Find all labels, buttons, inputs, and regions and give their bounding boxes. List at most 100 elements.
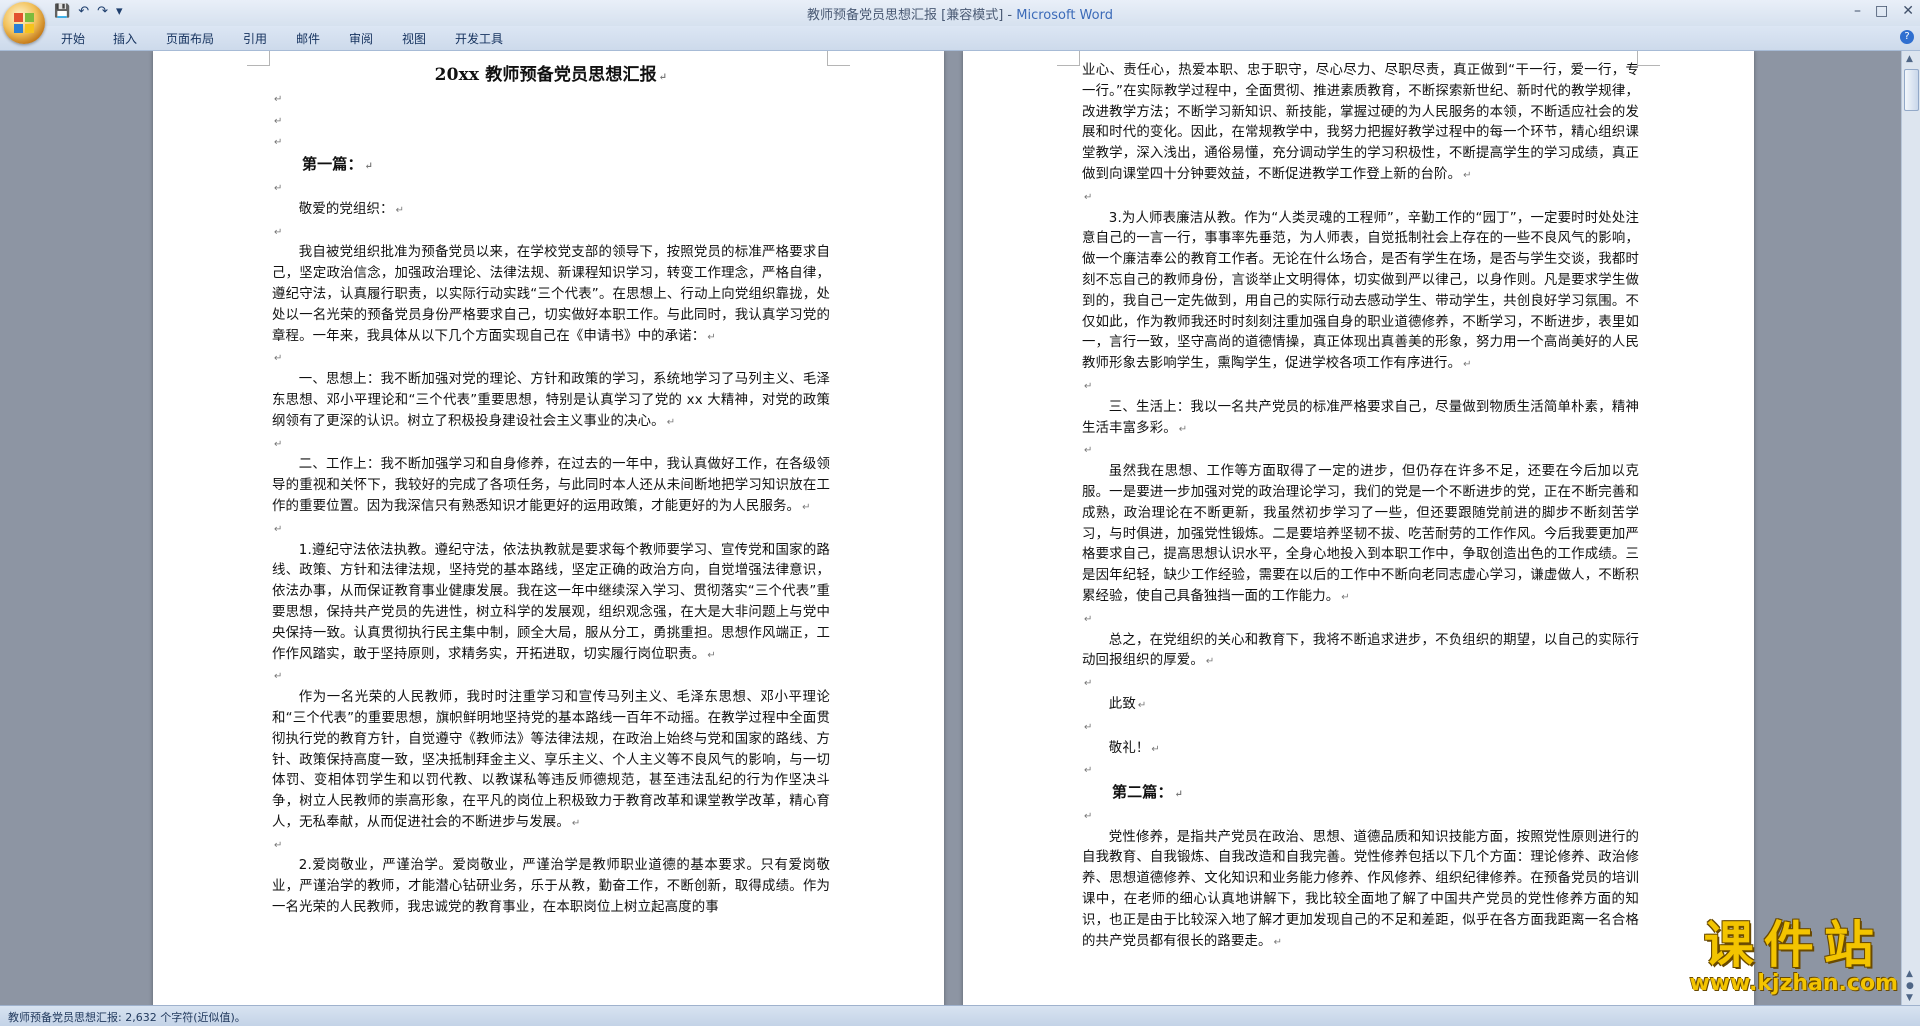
body-paragraph: 3.为人师表廉洁从教。作为“人类灵魂的工程师”，辛勤工作的“园丁”，一定要时时处…	[1082, 209, 1639, 376]
office-logo-icon	[14, 13, 34, 33]
margin-corner	[1637, 51, 1660, 66]
document-title: 教师预备党员思想汇报 [兼容模式] -	[807, 8, 1017, 23]
tab-review[interactable]: 审阅	[349, 30, 373, 47]
close-icon[interactable]: ✕	[1902, 3, 1914, 19]
paragraph-mark: ↵	[274, 671, 283, 683]
paragraph-mark: ↵	[1174, 789, 1184, 801]
tab-page-layout[interactable]: 页面布局	[166, 30, 214, 47]
word-count-status[interactable]: 教师预备党员思想汇报: 2,632 个字符(近似值)。	[8, 1009, 246, 1025]
title-bar: 💾 ↶ ↷ ▾ 教师预备党员思想汇报 [兼容模式] - Microsoft Wo…	[0, 0, 1920, 44]
next-page-icon[interactable]: ▼	[1906, 993, 1913, 1003]
paragraph-mark: ↵	[274, 523, 283, 535]
browse-object-icon[interactable]: ●	[1906, 981, 1914, 991]
paragraph-mark: ↵	[1178, 423, 1188, 435]
tab-home[interactable]: 开始	[61, 30, 85, 47]
paragraph-mark: ↵	[1137, 699, 1147, 711]
paragraph-mark: ↵	[1084, 721, 1093, 733]
body-paragraph: 我自被党组织批准为预备党员以来，在学校党支部的领导下，按照党员的标准严格要求自己…	[272, 243, 830, 348]
paragraph-mark: ↵	[274, 353, 283, 365]
paragraph-mark: ↵	[395, 204, 405, 216]
paragraph-text: 一、思想上：我不断加强对党的理论、方针和政策的学习，系统地学习了马列主义、毛泽东…	[272, 372, 830, 429]
previous-page-icon[interactable]: ▲	[1906, 969, 1913, 979]
document-page-2[interactable]: 业心、责任心，热爱本职、忠于职守，尽心尽力、尽职尽责，真正做到“干一行，爱一行，…	[963, 51, 1754, 1005]
paragraph-mark: ↵	[1084, 380, 1093, 392]
heading-text: 第一篇：	[302, 155, 363, 174]
margin-corner	[1057, 51, 1080, 66]
closing-line: 此致 ↵	[1082, 695, 1639, 717]
body-paragraph: 二、工作上：我不断加强学习和自身修养，在过去的一年中，我认真做好工作，在各级领导…	[272, 455, 830, 518]
paragraph-mark: ↵	[1084, 765, 1093, 777]
document-title-heading: 20xx 教师预备党员思想汇报 ↵	[272, 65, 830, 89]
tab-mailings[interactable]: 邮件	[296, 30, 320, 47]
paragraph-mark: ↵	[274, 839, 283, 851]
paragraph-mark: ↵	[707, 649, 716, 661]
body-paragraph: 虽然我在思想、工作等方面取得了一定的进步，但仍存在许多不足，还要在今后加以克服。…	[1082, 462, 1639, 609]
paragraph-text: 业心、责任心，热爱本职、忠于职守，尽心尽力、尽职尽责，真正做到“干一行，爱一行，…	[1082, 63, 1639, 182]
body-paragraph: 2.爱岗敬业，严谨治学。爱岗敬业，严谨治学是教师职业道德的基本要求。只有爱岗敬业…	[272, 856, 830, 918]
paragraph-mark: ↵	[1151, 743, 1160, 755]
closing-text: 此致	[1108, 696, 1136, 712]
tab-view[interactable]: 视图	[402, 30, 426, 47]
paragraph-text: 我自被党组织批准为预备党员以来，在学校党支部的领导下，按照党员的标准严格要求自己…	[272, 245, 830, 344]
margin-corner	[827, 51, 850, 66]
paragraph-mark: ↵	[1084, 445, 1093, 457]
paragraph-mark: ↵	[707, 331, 716, 343]
body-paragraph: 一、思想上：我不断加强对党的理论、方针和政策的学习，系统地学习了马列主义、毛泽东…	[272, 370, 830, 433]
paragraph-mark: ↵	[274, 438, 283, 450]
paragraph-mark: ↵	[1084, 810, 1093, 822]
paragraph-text: 作为一名光荣的人民教师，我时时注重学习和宣传马列主义、毛泽东思想、邓小平理论和“…	[272, 690, 830, 830]
paragraph-mark: ↵	[1273, 936, 1283, 948]
paragraph-mark: ↵	[274, 137, 283, 149]
tab-references[interactable]: 引用	[243, 30, 267, 47]
body-paragraph: 业心、责任心，热爱本职、忠于职守，尽心尽力、尽职尽责，真正做到“干一行，爱一行，…	[1082, 61, 1639, 187]
paragraph-text: 1.遵纪守法依法执教。遵纪守法，依法执教就是要求每个教师要学习、宣传党和国家的路…	[272, 542, 830, 662]
section-heading: 第一篇： ↵	[272, 154, 830, 178]
scrollbar-thumb[interactable]	[1904, 69, 1919, 111]
paragraph-mark: ↵	[658, 72, 668, 83]
paragraph-text: 虽然我在思想、工作等方面取得了一定的进步，但仍存在许多不足，还要在今后加以克服。…	[1082, 464, 1639, 604]
paragraph-mark: ↵	[1084, 613, 1093, 625]
watermark-url: www.kjzhan.com	[1689, 971, 1898, 996]
tab-insert[interactable]: 插入	[113, 30, 137, 47]
paragraph-text: 3.为人师表廉洁从教。作为“人类灵魂的工程师”，辛勤工作的“园丁”，一定要时时处…	[1082, 210, 1639, 372]
paragraph-mark: ↵	[1084, 678, 1093, 690]
body-paragraph: 党性修养，是指共产党员在政治、思想、道德品质和知识技能方面，按照党性原则进行的自…	[1082, 828, 1639, 954]
paragraph-mark: ↵	[274, 93, 283, 105]
paragraph-mark: ↵	[1341, 591, 1350, 603]
watermark-logo-text: 课件站	[1703, 916, 1884, 974]
paragraph-mark: ↵	[274, 182, 283, 194]
office-button[interactable]	[3, 2, 45, 44]
paragraph-mark: ↵	[274, 226, 283, 238]
document-page-1[interactable]: 20xx 教师预备党员思想汇报 ↵ ↵ ↵ ↵ 第一篇： ↵ ↵ 敬爱的党组织： ↵ …	[153, 51, 944, 1005]
window-title: 教师预备党员思想汇报 [兼容模式] - Microsoft Word	[0, 4, 1920, 23]
paragraph-mark: ↵	[1463, 169, 1472, 181]
paragraph-mark: ↵	[1084, 191, 1093, 203]
paragraph-text: 三、生活上：我以一名共产党员的标准严格要求自己，尽量做到物质生活简单朴素，精神生…	[1082, 399, 1639, 436]
paragraph-mark: ↵	[364, 161, 374, 173]
paragraph-mark: ↵	[1205, 656, 1215, 668]
closing-text: 敬礼！	[1108, 740, 1150, 756]
status-bar: 教师预备党员思想汇报: 2,632 个字符(近似值)。	[0, 1005, 1920, 1026]
minimize-icon[interactable]: –	[1854, 3, 1861, 19]
margin-corner	[247, 51, 270, 66]
paragraph-mark: ↵	[1463, 359, 1472, 371]
scroll-up-icon[interactable]: ▲	[1906, 54, 1913, 64]
vertical-scrollbar[interactable]: ▲ ▲ ● ▼	[1901, 51, 1920, 1005]
body-paragraph: 总之，在党组织的关心和教育下，我将不断追求进步，不负组织的期望，以自己的实际行动…	[1082, 631, 1639, 674]
maximize-icon[interactable]: □	[1875, 3, 1888, 19]
paragraph-text: 党性修养，是指共产党员在政治、思想、道德品质和知识技能方面，按照党性原则进行的自…	[1082, 829, 1639, 949]
heading-text: 第二篇：	[1112, 783, 1173, 802]
help-icon[interactable]: ?	[1900, 30, 1914, 44]
document-workspace: 20xx 教师预备党员思想汇报 ↵ ↵ ↵ ↵ 第一篇： ↵ ↵ 敬爱的党组织： ↵ …	[0, 51, 1902, 1005]
paragraph-text: 二、工作上：我不断加强学习和自身修养，在过去的一年中，我认真做好工作，在各级领导…	[272, 457, 830, 514]
page-1-text: 20xx 教师预备党员思想汇报 ↵ ↵ ↵ ↵ 第一篇： ↵ ↵ 敬爱的党组织： ↵ …	[272, 65, 830, 919]
ribbon-tabs: 开始 插入 页面布局 引用 邮件 审阅 视图 开发工具 ?	[0, 26, 1920, 51]
window-controls: – □ ✕	[1854, 3, 1914, 19]
paragraph-mark: ↵	[666, 416, 676, 428]
body-paragraph: 三、生活上：我以一名共产党员的标准严格要求自己，尽量做到物质生活简单朴素，精神生…	[1082, 398, 1639, 441]
paragraph-mark: ↵	[274, 115, 283, 127]
site-watermark: 课件站 www.kjzhan.com	[1689, 918, 1898, 996]
body-paragraph: 1.遵纪守法依法执教。遵纪守法，依法执教就是要求每个教师要学习、宣传党和国家的路…	[272, 541, 830, 667]
salutation-text: 敬爱的党组织：	[298, 201, 394, 217]
tab-developer[interactable]: 开发工具	[455, 30, 503, 47]
